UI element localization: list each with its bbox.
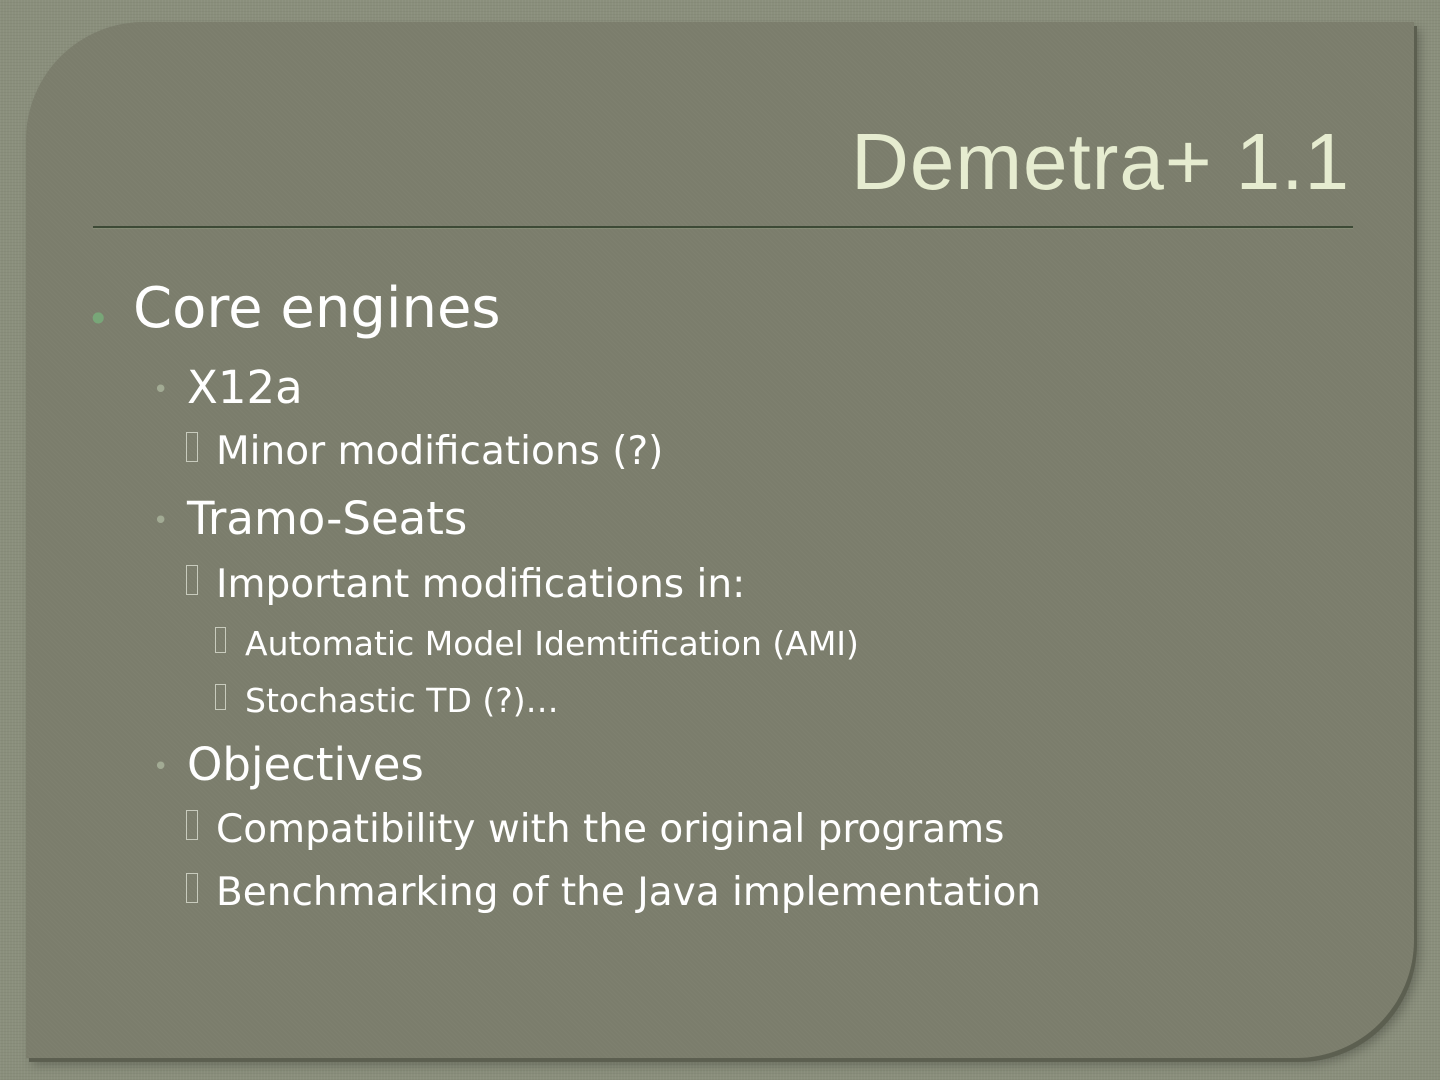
bullet-text: Automatic Model Idemtification (AMI) (245, 624, 859, 663)
bullet-compatibility: Compatibility with the original programs (186, 806, 1005, 854)
bullet-dot-icon: • (153, 506, 169, 536)
bullet-text: Important modifications in: (216, 562, 746, 607)
bullet-dot-icon: • (153, 752, 169, 782)
missing-glyph-box-icon (186, 873, 198, 903)
missing-glyph-box-icon (186, 810, 198, 840)
bullet-text: Core engines (133, 276, 501, 341)
bullet-text: X12a (187, 361, 303, 414)
bullet-text: Compatibility with the original programs (216, 807, 1005, 852)
missing-glyph-box-icon (215, 627, 226, 653)
bullet-benchmarking: Benchmarking of the Java implementation (186, 869, 1042, 917)
bullet-dot-icon: • (153, 375, 169, 405)
missing-glyph-box-icon (186, 432, 198, 462)
bullet-text: Tramo-Seats (187, 492, 468, 545)
bullet-text: Benchmarking of the Java implementation (216, 870, 1042, 915)
bullet-tramo-note: Important modifications in: (186, 561, 746, 609)
bullet-list: • Core engines • X12a Minor modification… (0, 0, 1440, 1080)
bullet-text: Minor modifications (?) (216, 429, 664, 474)
bullet-ami: Automatic Model Idemtification (AMI) (215, 624, 859, 664)
bullet-text: Objectives (187, 738, 424, 791)
missing-glyph-box-icon (186, 565, 198, 595)
bullet-x12a: • X12a (153, 361, 303, 415)
bullet-objectives: • Objectives (153, 738, 424, 792)
bullet-dot-icon: • (87, 297, 110, 341)
bullet-stochastic-td: Stochastic TD (?)… (215, 681, 559, 721)
bullet-x12a-note: Minor modifications (?) (186, 428, 664, 476)
bullet-core-engines: • Core engines (87, 276, 501, 342)
missing-glyph-box-icon (215, 684, 226, 710)
bullet-text: Stochastic TD (?)… (245, 681, 559, 720)
bullet-tramo-seats: • Tramo-Seats (153, 492, 468, 546)
